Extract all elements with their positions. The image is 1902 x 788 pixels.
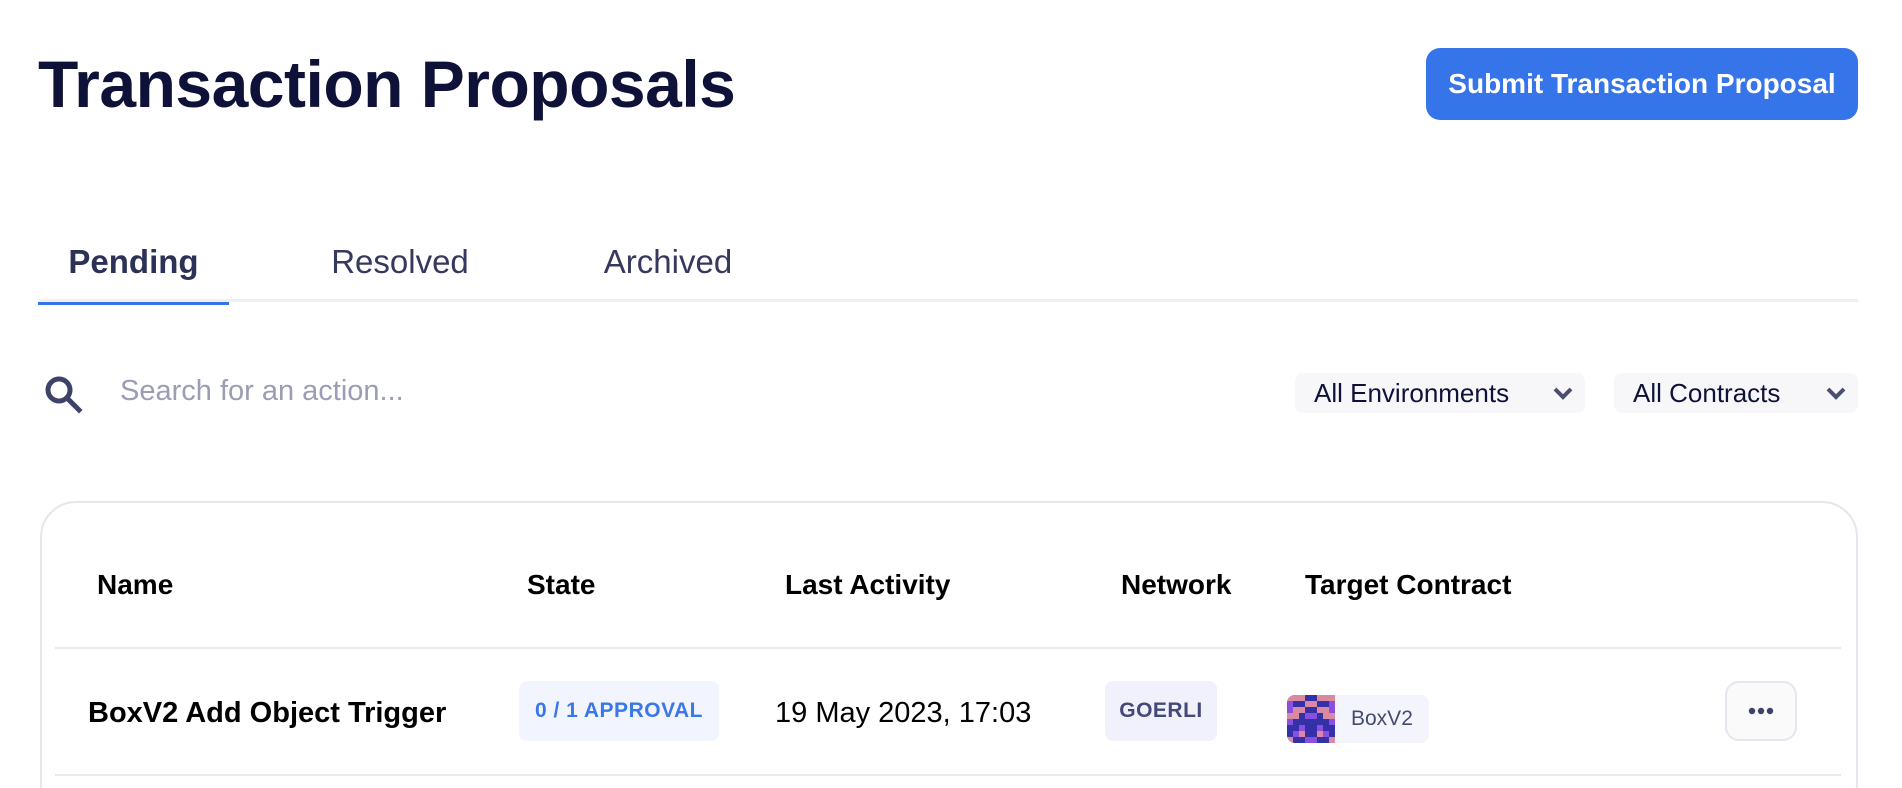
last-activity: 19 May 2023, 17:03 xyxy=(775,697,1032,729)
row-actions-button[interactable] xyxy=(1725,681,1797,741)
more-horizontal-icon xyxy=(1748,707,1774,715)
chevron-down-icon xyxy=(1553,387,1573,400)
search-icon xyxy=(45,376,83,414)
target-contract-chip[interactable]: BoxV2 xyxy=(1287,695,1429,743)
column-header-name: Name xyxy=(97,569,174,600)
chevron-down-icon xyxy=(1826,387,1846,400)
contract-filter-label: All Contracts xyxy=(1633,377,1781,408)
column-header-state: State xyxy=(527,569,596,600)
column-header-target-contract: Target Contract xyxy=(1305,569,1512,600)
proposal-name[interactable]: BoxV2 Add Object Trigger xyxy=(88,693,446,733)
page-title: Transaction Proposals xyxy=(38,47,736,121)
contract-identicon-icon xyxy=(1287,695,1335,743)
proposals-table xyxy=(40,501,1858,788)
environment-filter-label: All Environments xyxy=(1314,377,1510,408)
column-header-network: Network xyxy=(1121,569,1232,600)
network-badge: GOERLI xyxy=(1105,681,1217,741)
row-divider xyxy=(55,774,1841,776)
search-input[interactable] xyxy=(120,368,720,414)
contract-filter-dropdown[interactable]: All Contracts xyxy=(1614,373,1858,413)
header-divider xyxy=(55,647,1841,649)
state-badge: 0 / 1 APPROVAL xyxy=(519,681,719,741)
proposal-tabs: Pending Resolved Archived xyxy=(38,222,1858,305)
tab-resolved[interactable]: Resolved xyxy=(300,222,500,302)
target-contract-name: BoxV2 xyxy=(1351,707,1413,730)
tab-pending[interactable]: Pending xyxy=(38,222,229,305)
environment-filter-dropdown[interactable]: All Environments xyxy=(1295,373,1585,413)
column-header-last-activity: Last Activity xyxy=(785,569,951,600)
transaction-proposals-page: Transaction Proposals Submit Transaction… xyxy=(0,0,1902,788)
tab-archived[interactable]: Archived xyxy=(568,222,768,302)
submit-transaction-proposal-button[interactable]: Submit Transaction Proposal xyxy=(1426,48,1858,120)
